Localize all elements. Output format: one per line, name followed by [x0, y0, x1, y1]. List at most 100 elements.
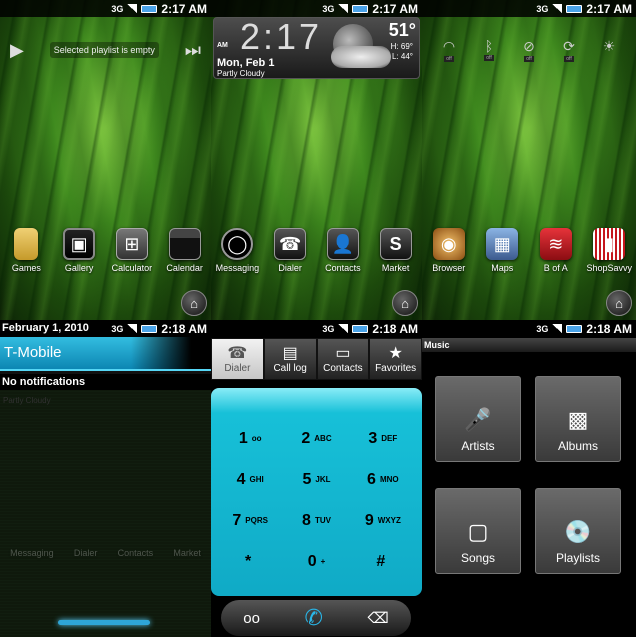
app-shopsavvy[interactable]: ▮ ShopSavvy — [583, 228, 635, 288]
app-label: Messaging — [215, 263, 260, 273]
key-1[interactable]: 1 oo — [217, 418, 283, 459]
key-2[interactable]: 2 ABC — [283, 418, 349, 459]
power-control-widget: ◠ off ᛒ off ⊘ off ⟳ off ☀ — [436, 38, 622, 62]
ghost-dock: Messaging Dialer Contacts Market — [0, 545, 211, 558]
key-3[interactable]: 3 DEF — [350, 418, 416, 459]
app-bofa[interactable]: ≋ B of A — [530, 228, 582, 288]
gps-toggle[interactable]: ⊘ off — [516, 38, 542, 62]
wifi-icon: ◠ — [442, 38, 456, 54]
tab-favorites[interactable]: ★ Favorites — [369, 338, 422, 380]
app-label: Contacts — [325, 263, 361, 273]
app-browser[interactable]: ◉ Browser — [423, 228, 475, 288]
tab-label: Contacts — [323, 362, 363, 374]
phone-icon: ☎ — [274, 228, 307, 260]
signal-icon — [552, 4, 563, 13]
clock-weather-widget[interactable]: AM 2:17 Mon, Feb 1 Partly Cloudy 51° H: … — [213, 16, 420, 79]
maps-icon: ▦ — [486, 228, 519, 260]
home-screen-center: 3G 2:17 AM AM 2:17 Mon, Feb 1 Partly Clo… — [211, 0, 422, 320]
key-digit: 1 — [238, 429, 248, 447]
ipod-icon: ▢ — [467, 519, 489, 544]
key-letters: oo — [251, 434, 262, 443]
network-type: 3G — [111, 323, 124, 334]
key-7[interactable]: 7 PQRS — [217, 500, 283, 541]
tab-dialer[interactable]: ☎ Dialer — [211, 338, 264, 380]
key-4[interactable]: 4 GHI — [217, 459, 283, 500]
key-hash[interactable]: # — [350, 541, 416, 582]
key-digit: 3 — [368, 429, 378, 447]
calculator-icon: ⊞ — [115, 228, 148, 260]
app-market[interactable]: S Market — [370, 228, 422, 288]
app-messaging[interactable]: ◯ Messaging — [211, 228, 263, 288]
status-bar: 3G 2:17 AM — [211, 0, 422, 17]
tab-contacts[interactable]: ▭ Contacts — [316, 338, 370, 380]
artists-button[interactable]: 🎤 Artists — [435, 376, 521, 462]
app-label: Market — [381, 263, 410, 273]
app-maps[interactable]: ▦ Maps — [476, 228, 528, 288]
messaging-icon: ◯ — [221, 228, 254, 260]
weather-condition: Partly Cloudy — [217, 69, 265, 78]
clock-digits: 2:17 — [240, 16, 323, 57]
albums-button[interactable]: ▩ Albums — [535, 376, 621, 462]
sync-toggle[interactable]: ⟳ off — [556, 38, 582, 62]
status-bar: 3G 2:18 AM — [211, 320, 422, 337]
key-digit: 8 — [302, 511, 311, 529]
clock-time: 2:17 AM — [586, 1, 632, 16]
app-dialer[interactable]: ☎ Dialer — [264, 228, 316, 288]
tab-label: Call log — [273, 362, 307, 374]
key-6[interactable]: 6 MNO — [350, 459, 416, 500]
clock-time: 2:18 AM — [586, 321, 632, 336]
key-digit: # — [376, 552, 386, 570]
app-contacts[interactable]: 👤 Contacts — [317, 228, 369, 288]
toggle-state: off — [484, 55, 494, 61]
clock-ampm: AM — [217, 42, 228, 49]
cloud-icon — [331, 46, 391, 68]
home-screen-left: 3G 2:17 AM ▶ Selected playlist is empty … — [0, 0, 211, 320]
key-star[interactable]: * — [217, 541, 283, 582]
key-9[interactable]: 9 WXYZ — [350, 500, 416, 541]
play-icon[interactable]: ▶ — [10, 40, 24, 61]
network-type: 3G — [322, 323, 335, 334]
app-games[interactable]: Games — [0, 228, 52, 288]
signal-icon — [338, 324, 349, 333]
home-icon[interactable]: ⌂ — [392, 290, 418, 316]
signal-icon — [127, 4, 138, 13]
tab-call-log[interactable]: ▤ Call log — [263, 338, 317, 380]
key-8[interactable]: 8 TUV — [283, 500, 349, 541]
dock: ◉ Browser ▦ Maps ≋ B of A ▮ ShopSavvy — [422, 228, 636, 288]
battery-icon — [352, 324, 369, 333]
backspace-icon[interactable]: ⌫ — [367, 609, 388, 627]
bluetooth-toggle[interactable]: ᛒ off — [476, 38, 502, 62]
home-screen-right: 3G 2:17 AM ◠ off ᛒ off ⊘ off ⟳ off ☀ ◉ B… — [422, 0, 636, 320]
gallery-icon: ▣ — [63, 228, 96, 260]
playlists-button[interactable]: 💿 Playlists — [535, 488, 621, 574]
call-icon[interactable]: ✆ — [305, 605, 323, 631]
home-icon[interactable]: ⌂ — [606, 290, 632, 316]
shade-handle[interactable] — [58, 620, 150, 625]
status-bar: 3G 2:18 AM — [422, 320, 636, 337]
signal-icon — [127, 324, 138, 333]
app-calculator[interactable]: ⊞ Calculator — [106, 228, 158, 288]
brightness-toggle[interactable]: ☀ — [596, 38, 622, 62]
next-track-icon[interactable]: ⏭ — [185, 40, 201, 61]
key-5[interactable]: 5 JKL — [283, 459, 349, 500]
key-digit: 5 — [302, 470, 312, 488]
high-low: H: 69° L: 44° — [391, 42, 413, 62]
contacts-icon: 👤 — [326, 228, 359, 260]
sync-icon: ⟳ — [563, 38, 575, 54]
music-screen: 3G 2:18 AM — [422, 320, 636, 338]
app-label: Browser — [432, 263, 466, 273]
dial-display — [211, 388, 422, 418]
home-icon[interactable]: ⌂ — [181, 290, 207, 316]
wifi-toggle[interactable]: ◠ off — [436, 38, 462, 62]
key-0[interactable]: 0 + — [283, 541, 349, 582]
key-letters: TUV — [314, 516, 331, 525]
app-gallery[interactable]: ▣ Gallery — [53, 228, 105, 288]
app-calendar[interactable]: Calendar — [159, 228, 211, 288]
key-letters: DEF — [381, 434, 398, 443]
album-icon: ▩ — [567, 407, 589, 432]
voicemail-icon[interactable]: oo — [243, 610, 260, 627]
key-letters: ABC — [314, 434, 332, 443]
key-letters: MNO — [379, 475, 399, 484]
songs-button[interactable]: ▢ Songs — [435, 488, 521, 574]
key-digit: 2 — [301, 429, 311, 447]
